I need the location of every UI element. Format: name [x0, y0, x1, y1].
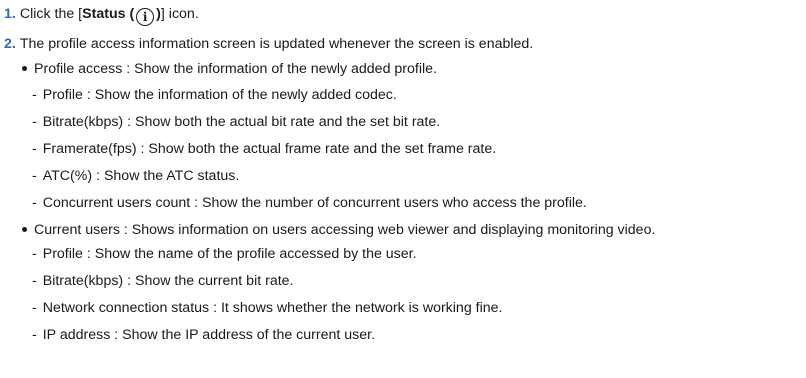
step-2: 2. The profile access information screen …: [4, 35, 533, 53]
bullet-profile-access: Profile access : Show the information of…: [22, 60, 437, 78]
list-item: - ATC(%) : Show the ATC status.: [32, 167, 239, 185]
dash: -: [32, 327, 37, 343]
list-item: - Profile : Show the name of the profile …: [32, 245, 417, 263]
dash: -: [32, 87, 37, 103]
step-text-after: ] icon.: [160, 6, 199, 22]
step-text: The profile access information screen is…: [19, 36, 534, 52]
list-item: - Profile : Show the information of the n…: [32, 86, 397, 104]
list-item: - Bitrate(kbps) : Show both the actual bi…: [32, 113, 440, 131]
bullet-dot: [22, 65, 27, 71]
info-icon: i: [136, 8, 155, 26]
dash: -: [32, 168, 37, 184]
status-label: Status (: [82, 6, 135, 22]
dash: -: [32, 246, 37, 262]
list-item-text: Framerate(fps) : Show both the actual fr…: [42, 141, 497, 157]
list-item: - Bitrate(kbps) : Show the current bit ra…: [32, 272, 294, 290]
step-text-before: Click the [: [19, 6, 83, 22]
dash: -: [32, 114, 37, 130]
dash: -: [32, 273, 37, 289]
list-item-text: Bitrate(kbps) : Show the current bit rat…: [42, 273, 294, 289]
list-item-text: Bitrate(kbps) : Show both the actual bit…: [42, 114, 441, 130]
list-item: - Network connection status : It shows wh…: [32, 299, 502, 317]
dash: -: [32, 141, 37, 157]
list-item-text: Concurrent users count : Show the number…: [42, 195, 587, 211]
list-item-text: IP address : Show the IP address of the …: [42, 327, 376, 343]
bullet-text: Current users : Shows information on use…: [34, 222, 656, 238]
step-number: 1.: [4, 6, 16, 22]
step-1: 1. Click the [Status (i)] icon.: [4, 5, 199, 26]
list-item-text: Profile : Show the name of the profile a…: [42, 246, 417, 262]
bullet-text: Profile access : Show the information of…: [34, 61, 437, 77]
bullet-dot: [22, 226, 27, 232]
step-number: 2.: [4, 36, 16, 52]
dash: -: [32, 195, 37, 211]
bullet-current-users: Current users : Shows information on use…: [22, 221, 655, 239]
dash: -: [32, 300, 37, 316]
list-item: - Concurrent users count : Show the numbe…: [32, 194, 587, 212]
list-item-text: Profile : Show the information of the ne…: [42, 87, 397, 103]
list-item-text: Network connection status : It shows whe…: [42, 300, 503, 316]
list-item-text: ATC(%) : Show the ATC status.: [42, 168, 240, 184]
list-item: - IP address : Show the IP address of the…: [32, 326, 375, 344]
list-item: - Framerate(fps) : Show both the actual f…: [32, 140, 496, 158]
